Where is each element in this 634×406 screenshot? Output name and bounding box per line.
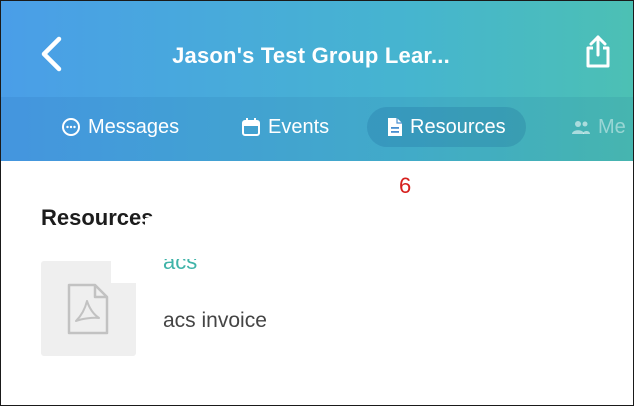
section-title-text: Resources: [41, 205, 154, 230]
back-button[interactable]: [31, 31, 71, 77]
resource-description: acs invoice: [163, 309, 267, 332]
tab-members-label: Me: [598, 115, 626, 138]
section-title: Resources: [41, 201, 201, 235]
tab-resources[interactable]: Resources: [367, 107, 526, 147]
tab-messages[interactable]: Messages: [61, 107, 179, 147]
calendar-icon: [242, 118, 260, 136]
resource-name-text: acs: [163, 259, 198, 274]
resource-name: acs: [163, 259, 243, 289]
app-screen: Jason's Test Group Lear... Messages Even…: [0, 0, 634, 406]
resource-thumbnail: [41, 261, 139, 356]
tab-bar: Messages Events Resources Me: [1, 97, 633, 161]
share-button[interactable]: [575, 29, 621, 75]
tab-members[interactable]: Me: [571, 107, 626, 147]
tab-resources-label: Resources: [410, 115, 506, 138]
people-icon: [572, 121, 590, 134]
occlusion-mask: [145, 218, 201, 235]
group-title: Jason's Test Group Lear...: [172, 43, 450, 68]
resource-item[interactable]: acs acs invoice: [41, 259, 601, 359]
chevron-left-icon: [41, 36, 62, 72]
annotation-marker: 6: [399, 173, 412, 198]
document-icon: [388, 118, 402, 136]
occlusion-mask: [111, 261, 139, 283]
tab-messages-label: Messages: [88, 115, 180, 138]
tab-events-label: Events: [268, 115, 330, 138]
top-bar: Jason's Test Group Lear...: [1, 1, 633, 97]
group-header: Jason's Test Group Lear... Messages Even…: [1, 1, 633, 161]
tab-events[interactable]: Events: [241, 107, 329, 147]
share-icon: [586, 35, 610, 68]
chat-bubble-icon: [62, 118, 80, 136]
pdf-icon: [67, 283, 109, 335]
